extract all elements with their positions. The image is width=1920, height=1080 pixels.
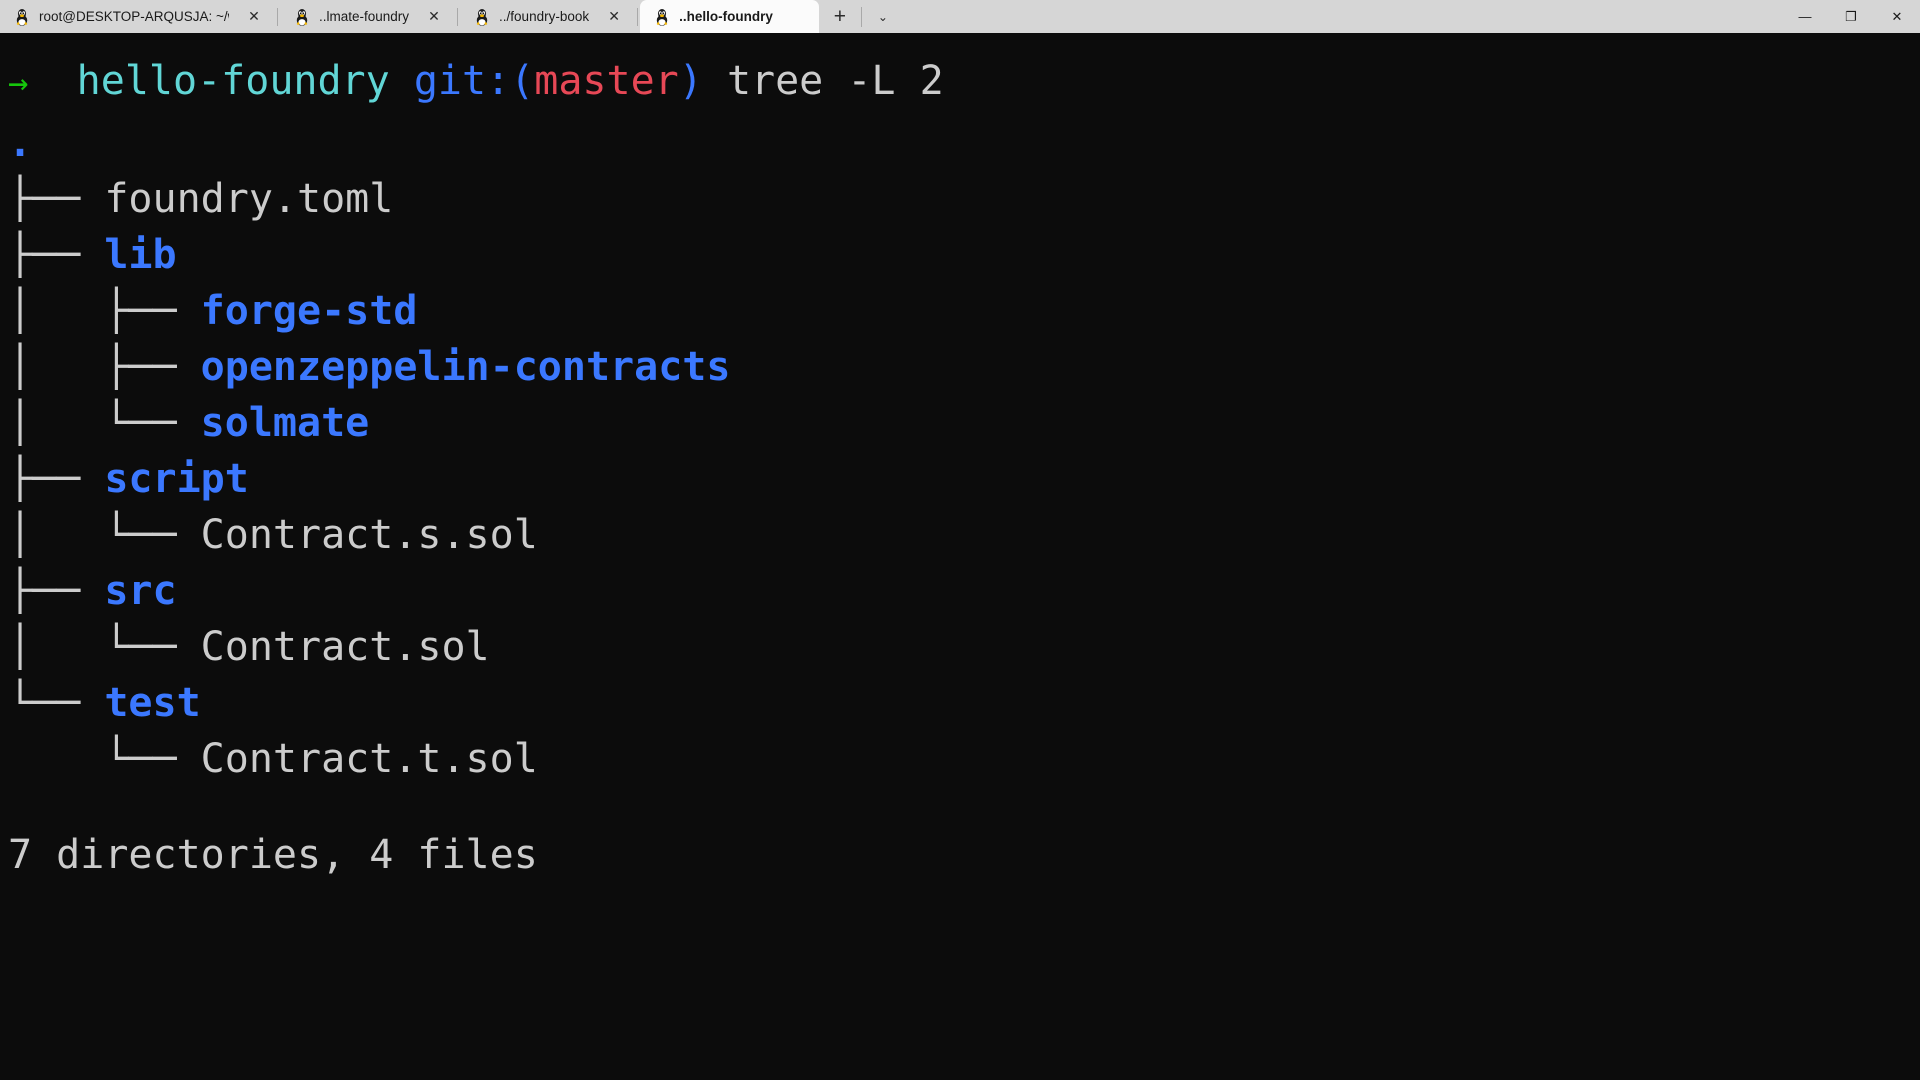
prompt-command: tree -L 2	[726, 58, 944, 104]
tree-file-name: Contract.s.sol	[200, 512, 538, 558]
tree-row: ├── src	[0, 563, 1920, 619]
tab-3[interactable]: ..hello-foundry	[640, 0, 819, 33]
tree-branch-glyph: ├──	[104, 344, 201, 390]
tree-directory-name: script	[104, 456, 249, 502]
tree-directory-name: openzeppelin-contracts	[200, 344, 731, 390]
tree-indent: │	[8, 288, 105, 334]
tab-close-button[interactable]	[783, 0, 813, 33]
tree-branch-glyph: └──	[104, 624, 201, 670]
titlebar-drag-area	[904, 0, 1782, 33]
tree-directory-name: src	[104, 568, 177, 614]
tab-label: ..hello-foundry	[679, 9, 773, 24]
tab-1[interactable]: ..lmate-foundry ✕	[280, 0, 455, 33]
prompt-arrow-icon: →	[8, 63, 29, 103]
tree-root-row: .	[0, 115, 1920, 171]
tab-label: ../foundry-book	[499, 9, 590, 24]
tree-branch-glyph: ├──	[104, 288, 201, 334]
shell-prompt-line: → hello-foundry git:(master) tree -L 2	[0, 47, 1920, 115]
tree-row: │ ├── forge-std	[0, 283, 1920, 339]
prompt-git-branch: master	[534, 58, 679, 104]
tree-row: ├── lib	[0, 227, 1920, 283]
tree-root-label: .	[8, 120, 33, 166]
prompt-git-prefix: git:(	[413, 58, 535, 104]
tree-directory-name: solmate	[200, 400, 370, 446]
tree-indent: │	[8, 624, 105, 670]
tree-row: │ └── solmate	[0, 395, 1920, 451]
tree-branch-glyph: └──	[104, 400, 201, 446]
tree-file-name: Contract.sol	[200, 624, 490, 670]
tree-file-name: Contract.t.sol	[200, 736, 538, 782]
tree-directory-name: lib	[104, 232, 177, 278]
tab-2[interactable]: ../foundry-book ✕	[460, 0, 635, 33]
linux-tux-icon	[296, 8, 308, 26]
window-titlebar: root@DESKTOP-ARQUSJA: ~/w ✕ ..lmate-found…	[0, 0, 1920, 33]
terminal-surface[interactable]: → hello-foundry git:(master) tree -L 2 .…	[0, 33, 1920, 1080]
prompt-directory: hello-foundry	[76, 58, 390, 104]
tree-row: ├── script	[0, 451, 1920, 507]
tab-0[interactable]: root@DESKTOP-ARQUSJA: ~/w ✕	[0, 0, 275, 33]
tree-row: └── test	[0, 675, 1920, 731]
chevron-down-icon[interactable]: ⌄	[862, 0, 904, 33]
window-controls: — ❐ ✕	[1782, 0, 1920, 33]
tab-divider	[277, 7, 278, 26]
tree-branch-glyph: ├──	[8, 456, 105, 502]
prompt-gap1	[28, 58, 76, 104]
tab-close-button[interactable]: ✕	[599, 0, 629, 33]
tab-close-button[interactable]: ✕	[239, 0, 269, 33]
tree-row: │ └── Contract.sol	[0, 619, 1920, 675]
tree-row: └── Contract.t.sol	[0, 731, 1920, 787]
tree-indent: │	[8, 512, 105, 558]
tab-label: root@DESKTOP-ARQUSJA: ~/w	[39, 9, 229, 24]
tree-directory-name: forge-std	[200, 288, 418, 334]
prompt-gap2	[390, 58, 414, 104]
tab-label: ..lmate-foundry	[319, 9, 410, 24]
close-window-button[interactable]: ✕	[1874, 0, 1920, 33]
linux-tux-icon	[16, 8, 28, 26]
linux-tux-icon	[476, 8, 488, 26]
tree-row: │ └── Contract.s.sol	[0, 507, 1920, 563]
tab-strip: root@DESKTOP-ARQUSJA: ~/w ✕ ..lmate-found…	[0, 0, 819, 33]
maximize-button[interactable]: ❐	[1828, 0, 1874, 33]
tree-directory-name: test	[104, 680, 201, 726]
tree-row: ├── foundry.toml	[0, 171, 1920, 227]
tree-branch-glyph: ├──	[8, 232, 105, 278]
tree-branch-glyph: ├──	[8, 568, 105, 614]
tab-close-button[interactable]: ✕	[419, 0, 449, 33]
tab-divider	[457, 7, 459, 26]
tree-branch-glyph: ├──	[8, 176, 105, 222]
linux-tux-icon	[656, 8, 668, 26]
tree-row-list: ├── foundry.toml ├── lib │ ├── forge-std │ …	[0, 171, 1920, 787]
tree-indent: │	[8, 344, 105, 390]
tree-branch-glyph: └──	[104, 736, 201, 782]
tree-row: │ ├── openzeppelin-contracts	[0, 339, 1920, 395]
tree-output: . ├── foundry.toml ├── lib │ ├── forge-std…	[0, 115, 1920, 787]
prompt-gap3	[703, 58, 727, 104]
output-blank-line	[0, 787, 1920, 827]
minimize-button[interactable]: —	[1782, 0, 1828, 33]
tree-file-name: foundry.toml	[104, 176, 394, 222]
prompt-git-suffix: )	[678, 58, 703, 104]
tree-indent: │	[8, 400, 105, 446]
tree-summary: 7 directories, 4 files	[8, 832, 538, 878]
tab-divider	[637, 7, 639, 26]
new-tab-button[interactable]: +	[819, 0, 861, 33]
tree-branch-glyph: └──	[8, 680, 105, 726]
tree-branch-glyph: └──	[104, 512, 201, 558]
